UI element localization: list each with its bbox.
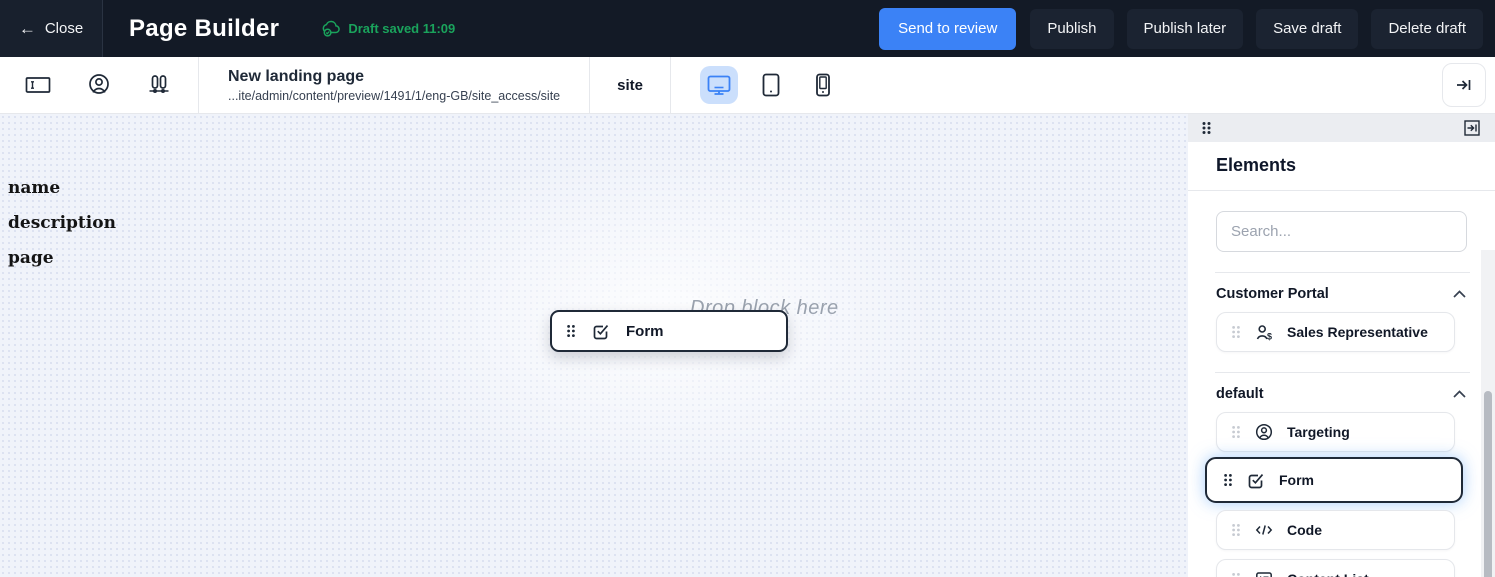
element-label: Code <box>1287 522 1322 538</box>
cloud-check-icon <box>320 19 341 38</box>
svg-text:$: $ <box>1267 332 1272 342</box>
panel-scrollbar-thumb[interactable] <box>1484 391 1492 577</box>
element-label: Sales Representative <box>1287 324 1428 340</box>
user-circle-icon <box>86 73 112 97</box>
draft-saved-label: Draft saved 11:09 <box>348 21 455 36</box>
publish-button[interactable]: Publish <box>1030 9 1113 49</box>
collapse-panel-button[interactable] <box>1442 63 1486 107</box>
panel-title: Elements <box>1188 142 1495 190</box>
mobile-icon <box>814 72 832 98</box>
page-title-block: New landing page ...ite/admin/content/pr… <box>199 67 589 103</box>
drag-handle-icon <box>1231 325 1241 339</box>
element-card-targeting[interactable]: Targeting <box>1216 412 1455 452</box>
save-draft-button[interactable]: Save draft <box>1256 9 1358 49</box>
dragged-form-block[interactable]: Form <box>550 310 788 352</box>
panel-drag-handle-icon[interactable] <box>1201 121 1212 135</box>
page-builder-app: ← Close Page Builder Draft saved 11:09 S… <box>0 0 1495 577</box>
panel-collapse-button[interactable] <box>1464 120 1480 136</box>
device-preview-switcher <box>671 66 842 104</box>
element-card-sales-representative[interactable]: $ Sales Representative <box>1216 312 1455 352</box>
form-icon <box>592 323 610 340</box>
page-canvas[interactable]: name description page Drop block here <box>0 114 1188 577</box>
chevron-up-icon <box>1452 289 1467 299</box>
element-card-form[interactable]: Form <box>1205 457 1463 503</box>
publish-later-button[interactable]: Publish later <box>1127 9 1244 49</box>
sliders-icon-button[interactable] <box>147 73 171 97</box>
page-preview-url: ...ite/admin/content/preview/1491/1/eng-… <box>228 89 560 103</box>
section-title: default <box>1216 386 1264 402</box>
canvas-field-description: description <box>8 213 116 233</box>
element-card-content-list[interactable]: Content List <box>1216 559 1455 577</box>
send-to-review-button[interactable]: Send to review <box>879 8 1016 50</box>
sliders-vertical-icon <box>147 73 171 97</box>
page-name: New landing page <box>228 67 560 86</box>
content-list-icon <box>1255 571 1273 577</box>
arrow-left-icon: ← <box>19 20 36 37</box>
top-header: ← Close Page Builder Draft saved 11:09 S… <box>0 0 1495 57</box>
panel-topbar <box>1188 114 1495 142</box>
section-title: Customer Portal <box>1216 286 1329 302</box>
section-customer-portal-header[interactable]: Customer Portal <box>1216 273 1467 312</box>
user-preview-button[interactable] <box>86 73 112 97</box>
code-icon <box>1255 522 1273 538</box>
element-label: Form <box>1279 472 1314 488</box>
section-default-header[interactable]: default <box>1216 373 1467 412</box>
elements-panel: Elements Customer Portal <box>1188 114 1495 577</box>
elements-search-input[interactable] <box>1216 211 1467 252</box>
desktop-icon <box>706 73 732 97</box>
drag-handle-icon <box>1231 523 1241 537</box>
chevron-up-icon <box>1452 389 1467 399</box>
user-dollar-icon: $ <box>1255 323 1273 341</box>
drag-handle-icon <box>1231 572 1241 577</box>
canvas-field-page: page <box>8 248 54 268</box>
app-title: Page Builder <box>129 15 279 43</box>
panel-collapse-icon <box>1455 77 1473 93</box>
text-field-tool-button[interactable] <box>25 75 51 95</box>
delete-draft-button[interactable]: Delete draft <box>1371 9 1483 49</box>
text-field-icon <box>25 75 51 95</box>
draft-saved-status: Draft saved 11:09 <box>320 19 455 38</box>
drag-handle-icon <box>1223 473 1233 487</box>
element-card-code[interactable]: Code <box>1216 510 1455 550</box>
dragged-block-label: Form <box>626 323 664 340</box>
drag-handle-icon <box>1231 425 1241 439</box>
mobile-preview-button[interactable] <box>804 66 842 104</box>
panel-collapse-boxed-icon <box>1464 120 1480 136</box>
tablet-icon <box>760 72 782 98</box>
element-label: Content List <box>1287 571 1369 577</box>
drag-handle-icon <box>566 324 576 338</box>
form-icon <box>1247 472 1265 489</box>
panel-scrollbar-track[interactable] <box>1481 250 1495 577</box>
close-button[interactable]: ← Close <box>0 0 103 57</box>
editor-toolbar: New landing page ...ite/admin/content/pr… <box>0 57 1495 114</box>
desktop-preview-button[interactable] <box>700 66 738 104</box>
tablet-preview-button[interactable] <box>752 66 790 104</box>
close-label: Close <box>45 20 83 37</box>
canvas-field-name: name <box>8 178 60 198</box>
site-selector[interactable]: site <box>590 77 670 94</box>
element-label: Targeting <box>1287 424 1350 440</box>
user-target-icon <box>1255 423 1273 441</box>
